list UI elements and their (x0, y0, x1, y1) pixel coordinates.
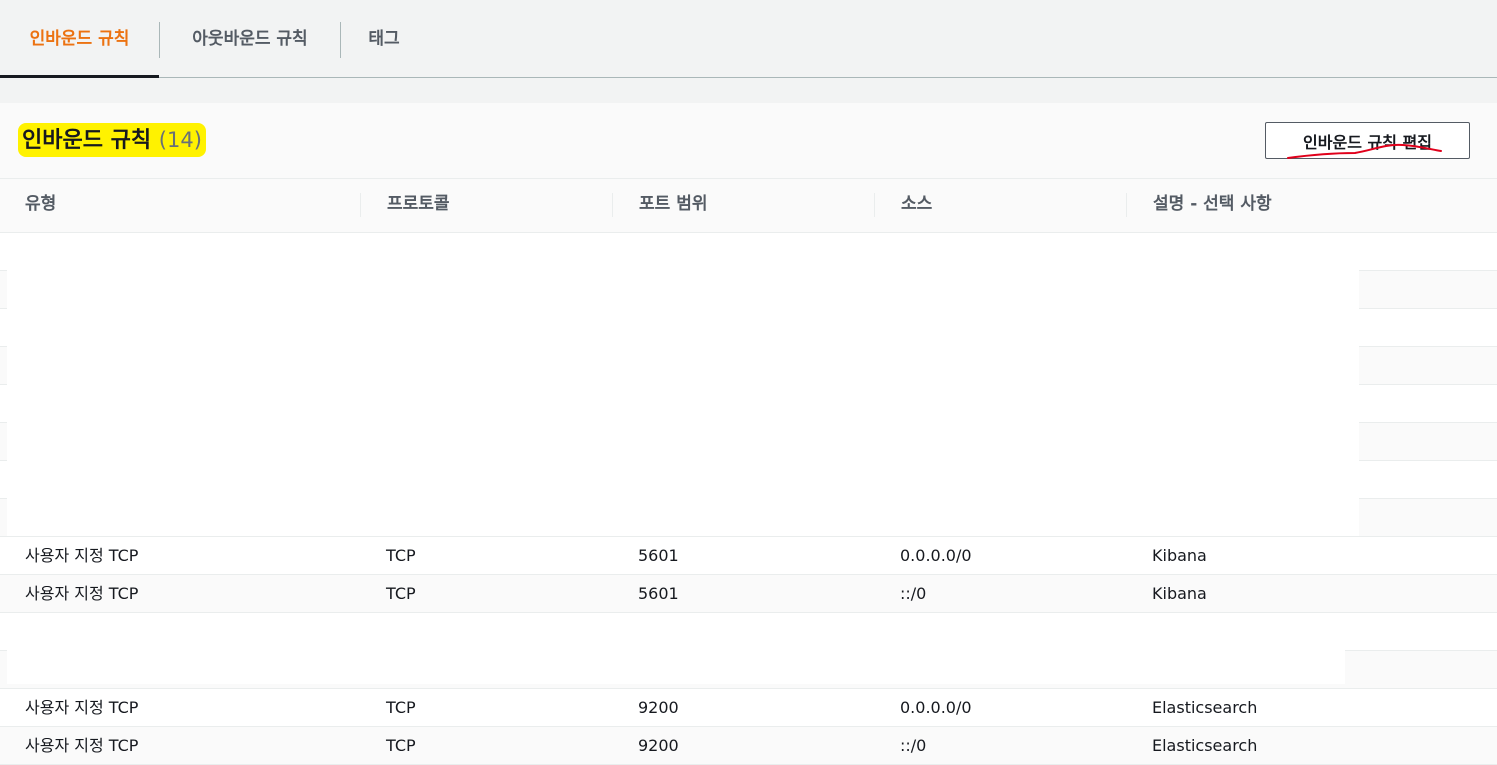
cell-type: 사용자 지정 TCP (25, 736, 139, 755)
cell-protocol: TCP (386, 546, 416, 565)
tab-label: 태그 (368, 29, 400, 49)
column-divider (612, 193, 613, 217)
tab-label: 아웃바운드 규칙 (192, 29, 308, 49)
cell-port-range: 5601 (638, 546, 679, 565)
panel-header: 인바운드 규칙 (14) 인바운드 규칙 편집 (0, 103, 1497, 179)
cell-description: Kibana (1152, 584, 1207, 603)
annotation-underline-icon (1287, 143, 1442, 159)
column-divider (360, 193, 361, 217)
cell-port-range: 9200 (638, 736, 679, 755)
column-divider (874, 193, 875, 217)
column-header-description[interactable]: 설명 - 선택 사항 (1153, 179, 1272, 233)
column-header-type[interactable]: 유형 (25, 179, 56, 233)
cell-protocol: TCP (386, 584, 416, 603)
cell-description: Kibana (1152, 546, 1207, 565)
tab-bar: 인바운드 규칙 아웃바운드 규칙 태그 (0, 0, 1497, 78)
column-header-port-range[interactable]: 포트 범위 (639, 179, 707, 233)
column-divider (1126, 193, 1127, 217)
cell-protocol: TCP (386, 736, 416, 755)
table-row[interactable]: 사용자 지정 TCP TCP 5601 0.0.0.0/0 Kibana (0, 537, 1497, 575)
cell-source: ::/0 (900, 584, 927, 603)
tab-label: 인바운드 규칙 (29, 29, 130, 49)
table-header: 유형 프로토콜 포트 범위 소스 설명 - 선택 사항 (0, 179, 1497, 233)
cell-type: 사용자 지정 TCP (25, 698, 139, 717)
table-row[interactable]: 사용자 지정 TCP TCP 9200 0.0.0.0/0 Elasticsea… (0, 689, 1497, 727)
panel-title: 인바운드 규칙 (14) (18, 123, 206, 157)
cell-description: Elasticsearch (1152, 698, 1258, 717)
column-header-source[interactable]: 소스 (901, 179, 932, 233)
cell-source: 0.0.0.0/0 (900, 546, 972, 565)
cell-protocol: TCP (386, 698, 416, 717)
cell-type: 사용자 지정 TCP (25, 546, 139, 565)
cell-port-range: 5601 (638, 584, 679, 603)
redaction-overlay (7, 614, 1345, 684)
tab-tags[interactable]: 태그 (341, 0, 427, 77)
table-row[interactable]: 사용자 지정 TCP TCP 5601 ::/0 Kibana (0, 575, 1497, 613)
cell-description: Elasticsearch (1152, 736, 1258, 755)
cell-type: 사용자 지정 TCP (25, 584, 139, 603)
cell-port-range: 9200 (638, 698, 679, 717)
table-row[interactable]: 사용자 지정 TCP TCP 9200 ::/0 Elasticsearch (0, 727, 1497, 765)
cell-source: 0.0.0.0/0 (900, 698, 972, 717)
tab-inbound-rules[interactable]: 인바운드 규칙 (0, 0, 159, 78)
rule-count: (14) (158, 128, 202, 152)
panel-title-text: 인바운드 규칙 (22, 128, 152, 153)
tab-outbound-rules[interactable]: 아웃바운드 규칙 (160, 0, 340, 77)
column-header-protocol[interactable]: 프로토콜 (387, 179, 450, 233)
cell-source: ::/0 (900, 736, 927, 755)
redaction-overlay (7, 236, 1359, 536)
